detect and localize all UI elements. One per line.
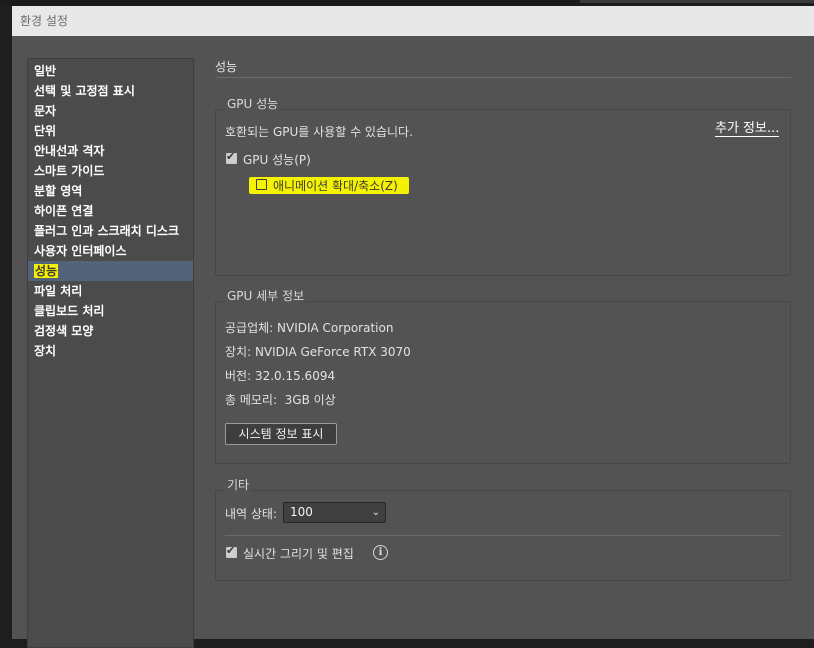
check-icon: ✔: [226, 544, 236, 557]
sidebar-item-slices[interactable]: 분할 영역: [28, 181, 193, 201]
sidebar-item-label: 파일 처리: [34, 284, 83, 298]
chevron-down-icon: ⌄: [371, 507, 380, 518]
sidebar-item-label: 성능: [34, 264, 59, 278]
sidebar-item-label: 선택 및 고정점 표시: [34, 84, 135, 98]
category-sidebar: 일반 선택 및 고정점 표시 문자 단위 안내선과 격자 스마트 가이드 분할 …: [27, 58, 194, 648]
sidebar-item-label: 사용자 인터페이스: [34, 244, 127, 258]
sidebar-item-label: 장치: [34, 344, 57, 358]
top-strip-segment: [580, 0, 814, 3]
sidebar-item-label: 하이픈 연결: [34, 204, 94, 218]
other-legend: 기타: [225, 476, 252, 493]
show-system-info-button[interactable]: 시스템 정보 표시: [225, 423, 337, 445]
sidebar-item-selection-anchor[interactable]: 선택 및 고정점 표시: [28, 81, 193, 101]
sidebar-item-units[interactable]: 단위: [28, 121, 193, 141]
sidebar-item-label: 일반: [34, 64, 57, 78]
window-title: 환경 설정: [12, 6, 814, 36]
animated-zoom-label[interactable]: 애니메이션 확대/축소(Z): [273, 177, 398, 194]
gpu-performance-checkbox[interactable]: ✔: [226, 150, 237, 164]
history-states-value: 100: [290, 505, 313, 519]
info-icon[interactable]: i: [373, 545, 388, 560]
sidebar-item-label: 검정색 모양: [34, 324, 94, 338]
gpu-performance-label[interactable]: GPU 성능(P): [243, 151, 311, 168]
gpu-compat-text: 호환되는 GPU를 사용할 수 있습니다.: [225, 125, 413, 139]
other-divider: [225, 535, 781, 536]
dialog-content: 일반 선택 및 고정점 표시 문자 단위 안내선과 격자 스마트 가이드 분할 …: [12, 36, 814, 648]
preferences-dialog: 환경 설정 일반 선택 및 고정점 표시 문자 단위 안내선과 격자 스마트 가…: [12, 6, 814, 648]
sidebar-item-label: 분할 영역: [34, 184, 83, 198]
history-states-select[interactable]: 100 ⌄: [283, 502, 386, 523]
sidebar-item-label: 플러그 인과 스크래치 디스크: [34, 224, 180, 238]
sidebar-item-label: 안내선과 격자: [34, 144, 105, 158]
gpu-driver-version: 버전: 32.0.15.6094: [225, 369, 336, 383]
live-drawing-checkbox[interactable]: ✔: [226, 544, 237, 558]
gpu-vendor: 공급업체: NVIDIA Corporation: [225, 321, 394, 335]
check-icon: ✔: [226, 150, 236, 163]
live-drawing-label[interactable]: 실시간 그리기 및 편집: [243, 545, 354, 562]
history-states-label: 내역 상태:: [225, 507, 278, 521]
sidebar-item-hyphenation[interactable]: 하이픈 연결: [28, 201, 193, 221]
sidebar-item-black-appearance[interactable]: 검정색 모양: [28, 321, 193, 341]
sidebar-item-clipboard[interactable]: 클립보드 처리: [28, 301, 193, 321]
sidebar-item-type[interactable]: 문자: [28, 101, 193, 121]
sidebar-item-guides-grid[interactable]: 안내선과 격자: [28, 141, 193, 161]
sidebar-item-label: 클립보드 처리: [34, 304, 105, 318]
sidebar-item-performance[interactable]: 성능: [28, 261, 193, 281]
gpu-performance-legend: GPU 성능: [225, 95, 281, 112]
more-info-link[interactable]: 추가 정보...: [715, 122, 780, 137]
sidebar-item-label: 문자: [34, 104, 57, 118]
section-title: 성능: [215, 60, 238, 74]
sidebar-item-file-handling[interactable]: 파일 처리: [28, 281, 193, 301]
sidebar-item-general[interactable]: 일반: [28, 61, 193, 81]
animated-zoom-checkbox[interactable]: [256, 179, 267, 190]
gpu-details-legend: GPU 세부 정보: [225, 287, 307, 304]
sidebar-item-devices[interactable]: 장치: [28, 341, 193, 361]
sidebar-item-label: 스마트 가이드: [34, 164, 105, 178]
sidebar-item-plugins-scratch[interactable]: 플러그 인과 스크래치 디스크: [28, 221, 193, 241]
sidebar-item-user-interface[interactable]: 사용자 인터페이스: [28, 241, 193, 261]
sidebar-item-smart-guides[interactable]: 스마트 가이드: [28, 161, 193, 181]
sidebar-item-label: 단위: [34, 124, 57, 138]
section-divider: [215, 77, 791, 78]
gpu-device: 장치: NVIDIA GeForce RTX 3070: [225, 345, 411, 359]
gpu-total-memory: 총 메모리: 3GB 이상: [225, 393, 336, 407]
